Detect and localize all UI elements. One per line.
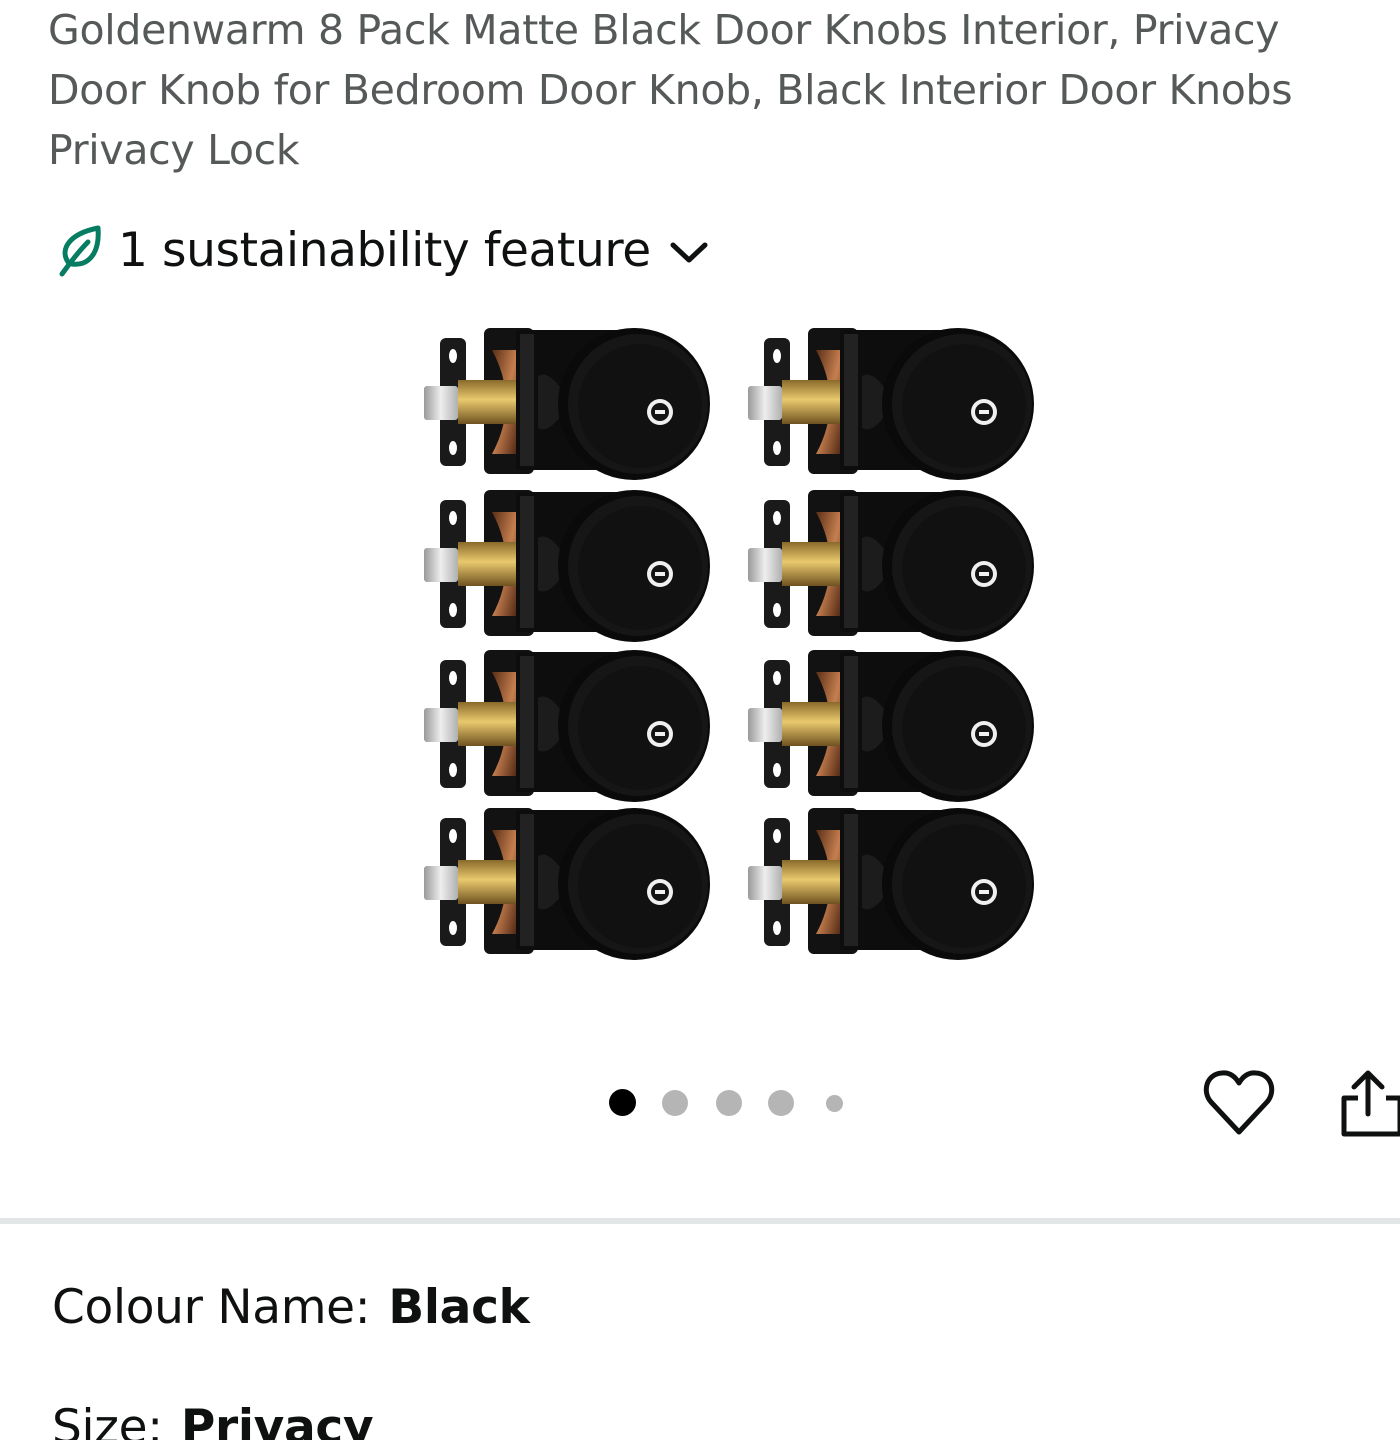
product-detail-page: Goldenwarm 8 Pack Matte Black Door Knobs… xyxy=(0,0,1400,1440)
sustainability-feature-toggle[interactable]: 1 sustainability feature xyxy=(54,220,711,280)
carousel-dot-small[interactable] xyxy=(826,1095,843,1112)
product-image xyxy=(424,328,1034,960)
door-knob-2-1 xyxy=(424,490,710,642)
size-value: Privacy xyxy=(180,1400,374,1440)
colour-variation: Colour Name: Black xyxy=(52,1280,530,1335)
colour-label: Colour Name: xyxy=(52,1280,371,1335)
door-knob-3-1 xyxy=(424,650,710,802)
leaf-icon xyxy=(59,225,101,277)
sustainability-feature-label: 1 sustainability feature xyxy=(118,222,651,278)
size-variation: Size: Privacy xyxy=(52,1400,374,1440)
product-image-carousel[interactable] xyxy=(0,310,1400,1010)
heart-icon[interactable] xyxy=(1202,1066,1276,1140)
colour-value: Black xyxy=(388,1280,530,1335)
carousel-dot[interactable] xyxy=(716,1090,742,1116)
carousel-dot[interactable] xyxy=(662,1090,688,1116)
share-icon[interactable] xyxy=(1338,1068,1400,1140)
door-knob-4-2 xyxy=(748,808,1034,960)
carousel-dot[interactable] xyxy=(768,1090,794,1116)
product-title: Goldenwarm 8 Pack Matte Black Door Knobs… xyxy=(48,6,1293,174)
door-knob-1-1 xyxy=(424,328,710,480)
size-label: Size: xyxy=(52,1400,163,1440)
chevron-down-icon xyxy=(670,242,708,263)
section-divider xyxy=(0,1218,1400,1224)
door-knob-4-1 xyxy=(424,808,710,960)
carousel-dot-active[interactable] xyxy=(609,1089,636,1116)
door-knob-1-2 xyxy=(748,328,1034,480)
carousel-pagination xyxy=(0,1088,1400,1118)
door-knob-2-2 xyxy=(748,490,1034,642)
door-knob-3-2 xyxy=(748,650,1034,802)
